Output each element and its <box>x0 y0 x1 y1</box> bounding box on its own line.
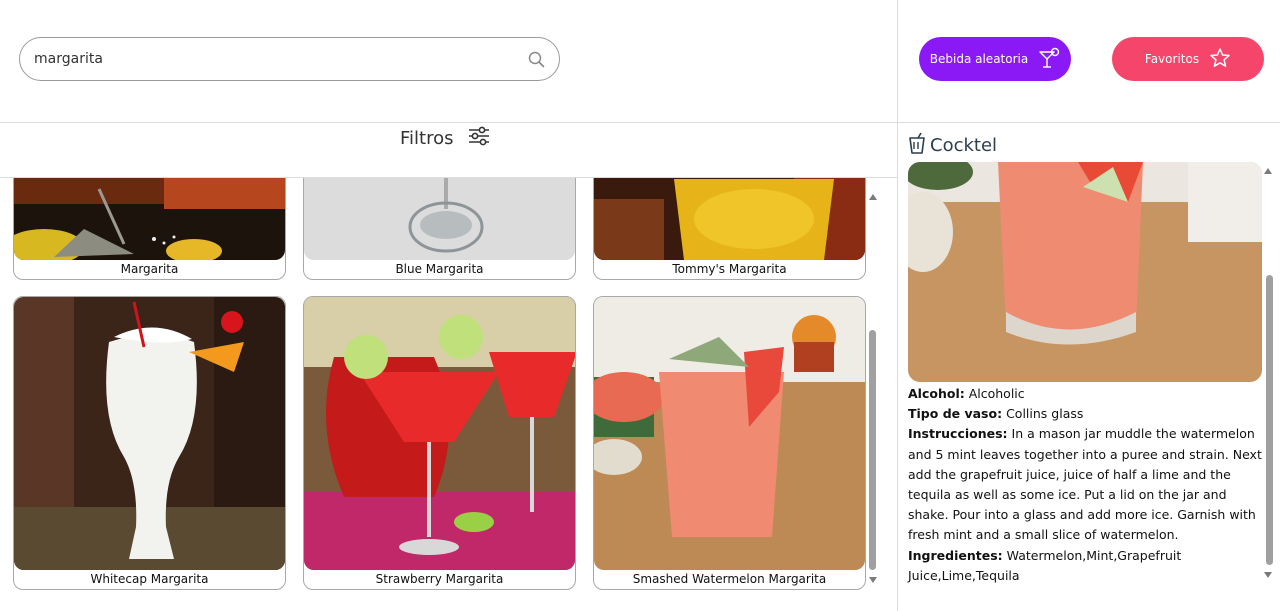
drink-image <box>594 178 865 260</box>
alcohol-label: Alcohol: <box>908 386 965 401</box>
glass-row: Tipo de vaso: Collins glass <box>908 404 1263 424</box>
search-input[interactable] <box>34 51 527 67</box>
drink-card[interactable]: Blue Margarita <box>303 178 576 280</box>
scroll-up-arrow[interactable] <box>869 194 877 200</box>
app: Filtros <box>0 0 1280 611</box>
search-panel: Filtros <box>0 0 897 611</box>
detail-scroll-down-arrow[interactable] <box>1264 572 1272 578</box>
instructions-label: Instrucciones: <box>908 426 1008 442</box>
header-divider <box>0 122 1280 123</box>
drink-image <box>304 178 575 260</box>
drink-card[interactable]: Margarita <box>13 178 286 280</box>
drink-image <box>304 297 575 570</box>
cocktail-glass-icon <box>1038 47 1060 72</box>
search-bar[interactable] <box>19 37 560 81</box>
glass-icon <box>908 132 926 158</box>
scroll-down-arrow[interactable] <box>869 577 877 583</box>
panel-divider <box>897 0 898 611</box>
drink-image <box>14 297 285 570</box>
alcohol-value: Alcoholic <box>968 386 1025 401</box>
drink-name: Strawberry Margarita <box>375 572 504 586</box>
detail-title: Cocktel <box>930 134 998 156</box>
glass-value: Collins glass <box>1006 406 1084 422</box>
drink-card[interactable]: Smashed Watermelon Margarita <box>593 296 866 590</box>
alcohol-row: Alcohol: Alcoholic <box>908 384 1263 404</box>
drink-card[interactable]: Strawberry Margarita <box>303 296 576 590</box>
drink-details: Alcohol: Alcoholic Tipo de vaso: Collins… <box>908 384 1263 586</box>
drink-image <box>14 178 285 260</box>
detail-panel: Alcohol: Alcoholic Tipo de vaso: Collins… <box>905 162 1263 611</box>
detail-header: Cocktel <box>908 132 997 158</box>
glass-label: Tipo de vaso: <box>908 406 1003 422</box>
ingredients-row: Ingredientes: Watermelon,Mint,Grapefruit… <box>908 546 1263 586</box>
random-drink-button[interactable]: Bebida aleatoria <box>919 37 1071 81</box>
instructions-value: In a mason jar muddle the watermelon and… <box>908 426 1262 543</box>
favorites-button[interactable]: Favoritos <box>1112 37 1264 81</box>
drink-card[interactable]: Tommy's Margarita <box>593 178 866 280</box>
filters-toggle[interactable]: Filtros <box>400 124 490 152</box>
detail-drink-image <box>908 162 1262 382</box>
star-icon <box>1209 47 1231 72</box>
drink-name: Margarita <box>120 262 179 276</box>
drink-image <box>594 297 865 570</box>
random-drink-label: Bebida aleatoria <box>929 52 1029 66</box>
sliders-icon <box>468 126 490 150</box>
drink-card[interactable]: Whitecap Margarita <box>13 296 286 590</box>
instructions-row: Instrucciones: In a mason jar muddle the… <box>908 424 1263 545</box>
drink-name: Blue Margarita <box>395 262 484 276</box>
filters-label: Filtros <box>400 127 454 149</box>
results-grid: Margarita Blue Margarita Tommy's Margari… <box>0 178 882 611</box>
drink-name: Smashed Watermelon Margarita <box>632 572 827 586</box>
detail-scrollbar[interactable] <box>1266 275 1273 565</box>
search-icon[interactable] <box>527 50 545 68</box>
ingredients-label: Ingredientes: <box>908 547 1003 563</box>
results-scrollbar[interactable] <box>869 330 876 570</box>
detail-scroll-up-arrow[interactable] <box>1264 168 1272 174</box>
favorites-label: Favoritos <box>1144 52 1200 66</box>
drink-name: Tommy's Margarita <box>672 262 787 276</box>
drink-name: Whitecap Margarita <box>90 572 209 586</box>
